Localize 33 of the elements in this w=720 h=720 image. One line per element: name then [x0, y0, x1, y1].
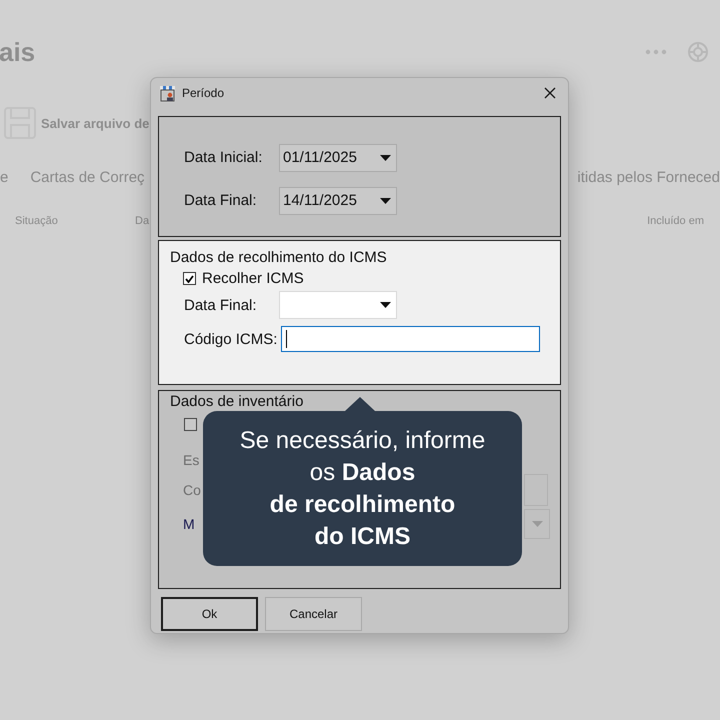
ok-button[interactable]: Ok	[161, 597, 258, 631]
input-field[interactable]	[281, 326, 540, 352]
field-label: Es	[183, 452, 200, 468]
caret-icon	[380, 198, 391, 204]
checkbox[interactable]	[184, 418, 197, 431]
field-label: Co	[183, 482, 202, 498]
column-header: Da	[135, 215, 150, 227]
window-title: Período	[182, 86, 224, 100]
field-label: Data Final:	[184, 296, 258, 314]
field-label: Código ICMS:	[184, 330, 278, 348]
tooltip-text: Se necessário, informe os Dados de recolhimento do ICMS	[240, 426, 486, 552]
section-title: Dados de recolhimento do ICMS	[170, 249, 387, 266]
caret-icon	[380, 154, 391, 160]
caret-icon	[532, 521, 543, 527]
page-heading: ais	[0, 36, 36, 68]
caret-icon	[380, 302, 391, 308]
close-icon[interactable]	[544, 87, 556, 99]
lifebuoy-icon[interactable]	[687, 41, 709, 63]
cancel-button[interactable]: Cancelar	[265, 597, 362, 631]
dropdown[interactable]	[524, 509, 550, 539]
field-label: Data Final:	[184, 192, 258, 209]
column-header: Incluído em	[647, 215, 704, 227]
date-dropdown[interactable]: 01/11/2025	[279, 144, 397, 172]
column-header: Situação	[15, 215, 59, 227]
more-icon[interactable]	[645, 49, 667, 55]
field-label: Data Inicial:	[184, 149, 264, 166]
date-dropdown[interactable]: 14/11/2025	[279, 186, 397, 214]
checkbox[interactable]: Recolher ICMS	[183, 270, 304, 287]
section-title: Dados de inventário	[170, 393, 304, 410]
check-icon	[185, 274, 194, 282]
store-icon	[159, 84, 176, 102]
date-dropdown[interactable]	[279, 291, 397, 319]
field-label: M	[183, 516, 196, 532]
